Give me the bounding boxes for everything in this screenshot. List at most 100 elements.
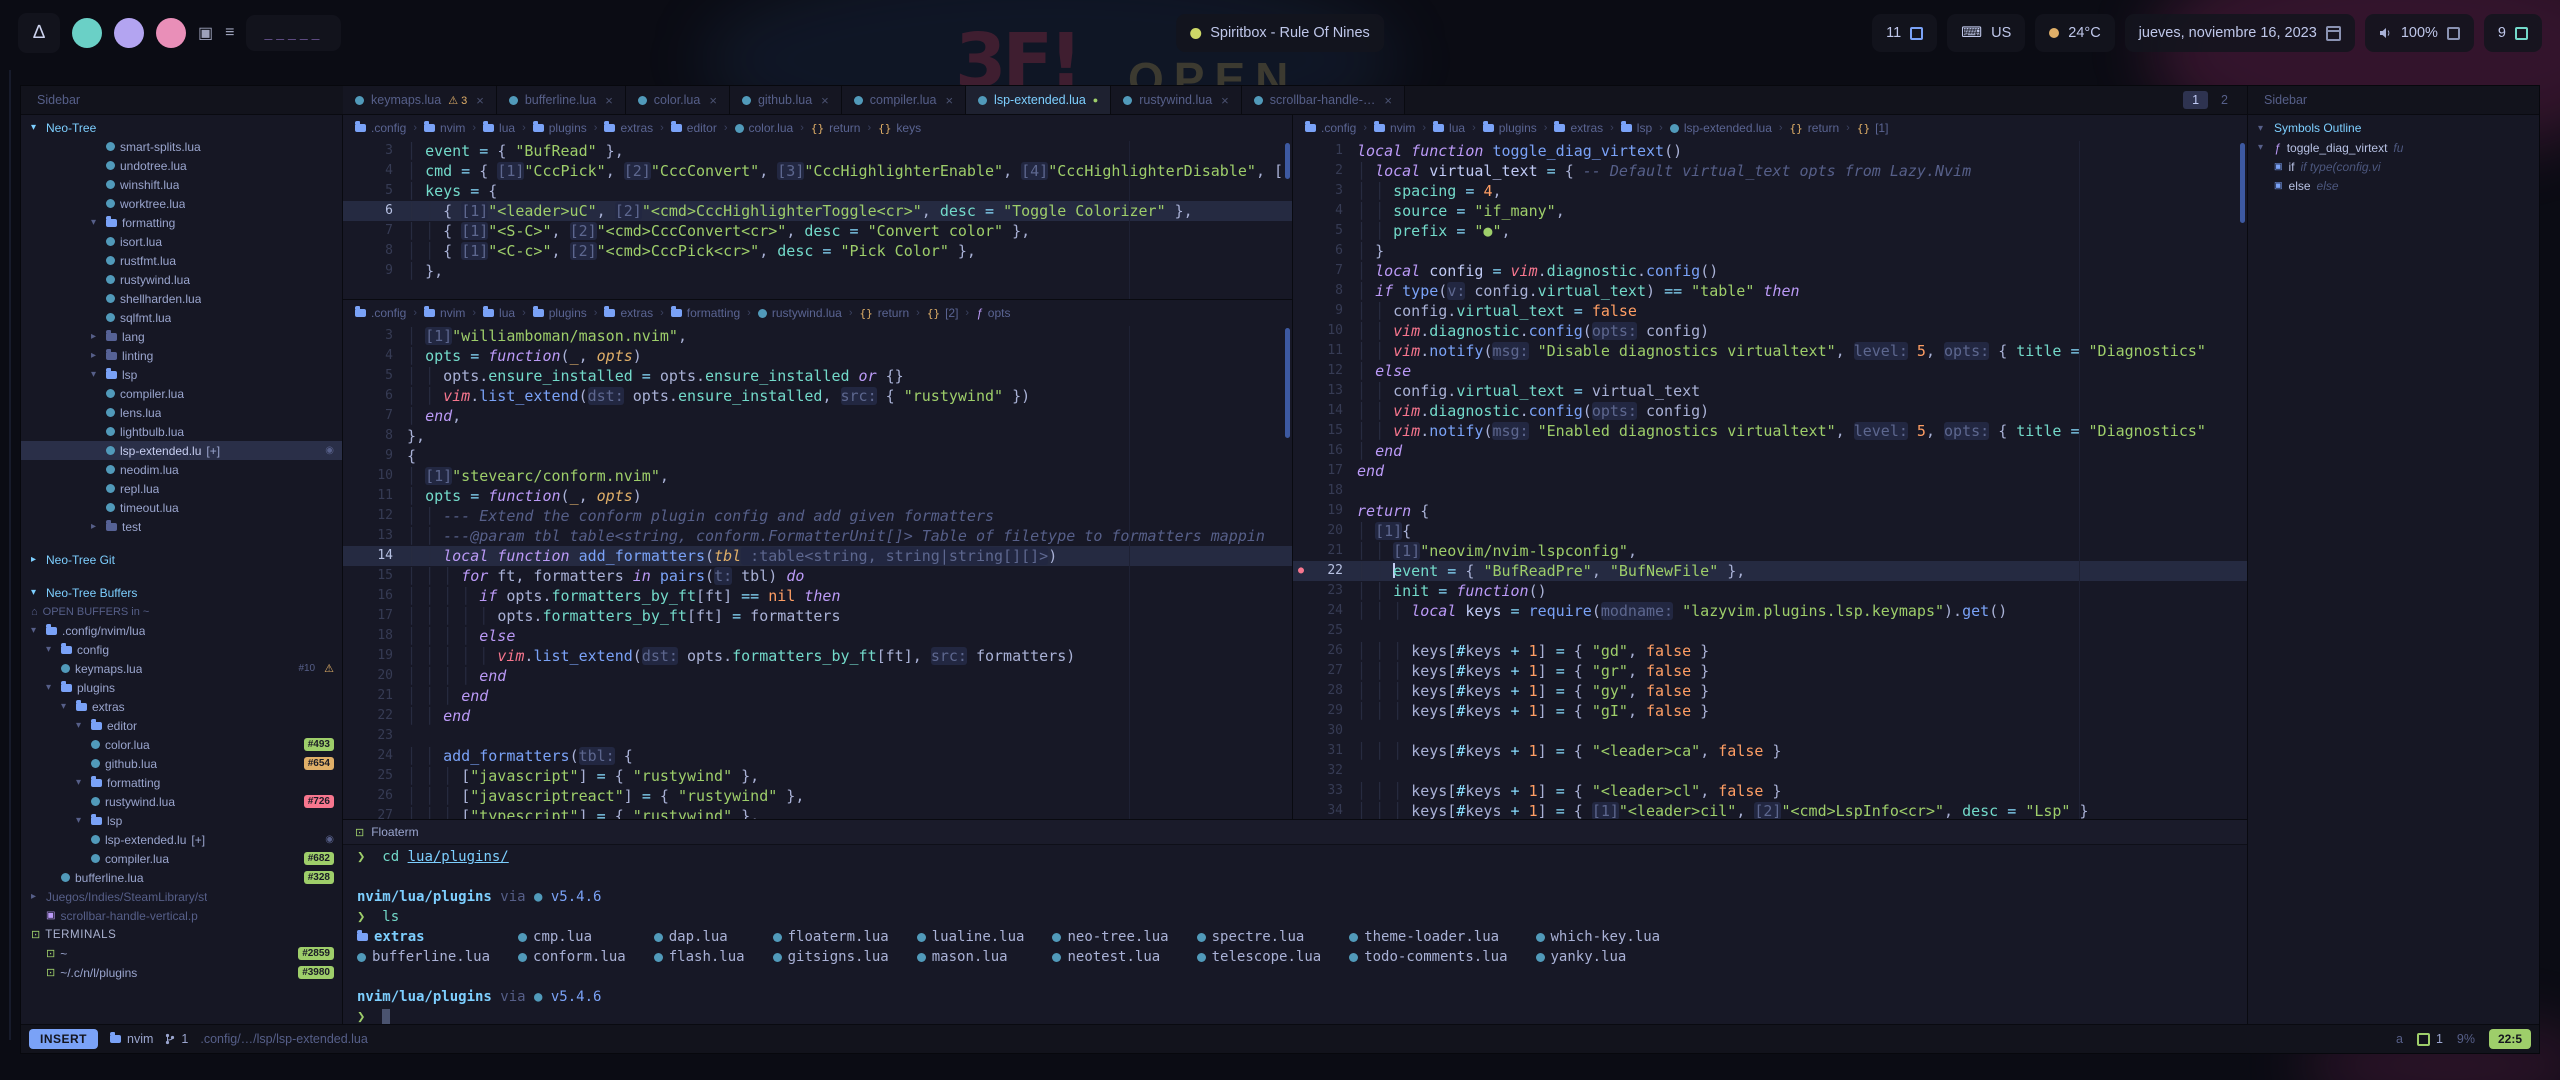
- neotree-item-github.lua[interactable]: github.lua#654: [21, 754, 342, 773]
- breadcrumb-item[interactable]: plugins: [533, 306, 587, 320]
- tab-scrollbar-handle-[interactable]: scrollbar-handle-…×: [1242, 86, 1405, 114]
- code-line[interactable]: 3│ event = { "BufRead" },: [343, 141, 1292, 161]
- code-line[interactable]: 5│ │ opts.ensure_installed = opts.ensure…: [343, 366, 1292, 386]
- neotree-item-scrollbar-handle-vertical.p[interactable]: ▣scrollbar-handle-vertical.p: [21, 906, 342, 925]
- code-line[interactable]: 6│ │ { [1]"<leader>uC", [2]"<cmd>CccHigh…: [343, 201, 1292, 221]
- code-line[interactable]: 17│ │ │ │ │ opts.formatters_by_ft[ft] = …: [343, 606, 1292, 626]
- code-line[interactable]: 4│ │ source = "if_many",: [1293, 201, 2247, 221]
- tabpage-2[interactable]: 2: [2212, 91, 2237, 109]
- code-line[interactable]: 4│ cmd = { [1]"CccPick", [2]"CccConvert"…: [343, 161, 1292, 181]
- close-icon[interactable]: ×: [709, 93, 717, 108]
- code-line[interactable]: 3│ [1]"williamboman/mason.nvim",: [343, 326, 1292, 346]
- code-line[interactable]: 23: [343, 726, 1292, 746]
- code-line[interactable]: 8│ │ { [1]"<C-c>", [2]"<cmd>CccPick<cr>"…: [343, 241, 1292, 261]
- code-line[interactable]: 27│ │ │ keys[#keys + 1] = { "gr", false …: [1293, 661, 2247, 681]
- workspace-icon-3[interactable]: [156, 18, 186, 48]
- breadcrumb-item[interactable]: lua: [483, 121, 515, 135]
- neotree-item-linting[interactable]: ▸linting: [21, 346, 342, 365]
- code-area[interactable]: 3│ event = { "BufRead" },4│ cmd = { [1]"…: [343, 141, 1292, 281]
- neotree-item-bufferline.lua[interactable]: bufferline.lua#328: [21, 868, 342, 887]
- code-line[interactable]: 25│ │ │ ["javascript"] = { "rustywind" }…: [343, 766, 1292, 786]
- code-line[interactable]: 7│ end,: [343, 406, 1292, 426]
- code-line[interactable]: 1local function toggle_diag_virtext(): [1293, 141, 2247, 161]
- code-line[interactable]: 12│ else: [1293, 361, 2247, 381]
- neotree-item-rustywind.lua[interactable]: rustywind.lua: [21, 270, 342, 289]
- media-player-widget[interactable]: Spiritbox - Rule Of Nines: [1176, 14, 1384, 52]
- neotree-item-lightbulb.lua[interactable]: lightbulb.lua: [21, 422, 342, 441]
- neotree-section-neo-tree-git[interactable]: ▸Neo-Tree Git: [21, 550, 342, 569]
- breadcrumb-item[interactable]: editor: [671, 121, 717, 135]
- code-line[interactable]: 31│ │ │ keys[#keys + 1] = { "<leader>ca"…: [1293, 741, 2247, 761]
- breadcrumb-item[interactable]: ƒopts: [976, 306, 1010, 320]
- neotree-item-shellharden.lua[interactable]: shellharden.lua: [21, 289, 342, 308]
- neotree-item-test[interactable]: ▸test: [21, 517, 342, 536]
- tab-github-lua[interactable]: github.lua×: [730, 86, 842, 114]
- code-line[interactable]: 6│ │ vim.list_extend(dst: opts.ensure_in…: [343, 386, 1292, 406]
- code-line[interactable]: 29│ │ │ keys[#keys + 1] = { "gI", false …: [1293, 701, 2247, 721]
- code-line[interactable]: 8},: [343, 426, 1292, 446]
- code-line[interactable]: 15│ │ vim.notify(msg: "Enabled diagnosti…: [1293, 421, 2247, 441]
- neotree-item-open-buffers-in-~[interactable]: ⌂OPEN BUFFERS in ~: [21, 602, 342, 621]
- neotree-item-undotree.lua[interactable]: undotree.lua: [21, 156, 342, 175]
- tab-color-lua[interactable]: color.lua×: [626, 86, 730, 114]
- code-line[interactable]: 10│ │ vim.diagnostic.config(opts: config…: [1293, 321, 2247, 341]
- tray-widget[interactable]: 9: [2484, 14, 2542, 52]
- code-line[interactable]: 28│ │ │ keys[#keys + 1] = { "gy", false …: [1293, 681, 2247, 701]
- code-line[interactable]: 20│ [1]{: [1293, 521, 2247, 541]
- breadcrumb-item[interactable]: plugins: [1483, 121, 1537, 135]
- neotree-item-sqlfmt.lua[interactable]: sqlfmt.lua: [21, 308, 342, 327]
- neotree-item-editor[interactable]: ▾editor: [21, 716, 342, 735]
- neotree-item-lsp[interactable]: ▾lsp: [21, 811, 342, 830]
- code-line[interactable]: 21│ │ [1]"neovim/nvim-lspconfig",: [1293, 541, 2247, 561]
- breadcrumb-item[interactable]: nvim: [424, 306, 465, 320]
- neotree-item-compiler.lua[interactable]: compiler.lua#682: [21, 849, 342, 868]
- neotree-item-compiler.lua[interactable]: compiler.lua: [21, 384, 342, 403]
- weather-widget[interactable]: 24°C: [2035, 14, 2114, 52]
- code-line[interactable]: 2│ local virtual_text = { -- Default vir…: [1293, 161, 2247, 181]
- workspace-icon-2[interactable]: [114, 18, 144, 48]
- code-line[interactable]: 14│ │ local function add_formatters(tbl …: [343, 546, 1292, 566]
- neotree-item-~[interactable]: ⊡~#2859: [21, 944, 342, 963]
- code-line[interactable]: 5│ │ prefix = "●",: [1293, 221, 2247, 241]
- breadcrumb-item[interactable]: extras: [604, 306, 653, 320]
- code-line[interactable]: 12│ │ --- Extend the conform plugin conf…: [343, 506, 1292, 526]
- close-icon[interactable]: ×: [476, 93, 484, 108]
- neotree-item-lsp[interactable]: ▾lsp: [21, 365, 342, 384]
- code-line[interactable]: ●22│ │ event = { "BufReadPre", "BufNewFi…: [1293, 561, 2247, 581]
- code-line[interactable]: 27│ │ │ ["typescript"] = { "rustywind" }…: [343, 806, 1292, 819]
- volume-widget[interactable]: 100%: [2365, 14, 2474, 52]
- outline-item-else[interactable]: ▣elseelse: [2248, 176, 2539, 195]
- window-grid-icon[interactable]: ▣: [198, 23, 213, 43]
- breadcrumb-item[interactable]: .config: [355, 306, 406, 320]
- breadcrumb-item[interactable]: rustywind.lua: [758, 306, 842, 320]
- neotree-item-lsp-extended.lu[interactable]: lsp-extended.lu [+]◉: [21, 830, 342, 849]
- code-line[interactable]: 7│ │ { [1]"<S-C>", [2]"<cmd>CccConvert<c…: [343, 221, 1292, 241]
- breadcrumb-item[interactable]: formatting: [671, 306, 740, 320]
- code-line[interactable]: 5│ keys = {: [343, 181, 1292, 201]
- close-icon[interactable]: ×: [605, 93, 613, 108]
- code-line[interactable]: 21│ │ │ end: [343, 686, 1292, 706]
- code-line[interactable]: 11│ opts = function(_, opts): [343, 486, 1292, 506]
- breadcrumb-item[interactable]: color.lua: [735, 121, 794, 135]
- neotree-item-neodim.lua[interactable]: neodim.lua: [21, 460, 342, 479]
- code-line[interactable]: 9│ },: [343, 261, 1292, 281]
- code-line[interactable]: 33│ │ │ keys[#keys + 1] = { "<leader>cl"…: [1293, 781, 2247, 801]
- clock-widget[interactable]: jueves, noviembre 16, 2023: [2125, 14, 2355, 52]
- neo-tree-panel[interactable]: ▾Neo-Treesmart-splits.luaundotree.luawin…: [21, 115, 343, 1024]
- breadcrumb-item[interactable]: .config: [1305, 121, 1356, 135]
- breadcrumb-item[interactable]: extras: [1554, 121, 1603, 135]
- close-icon[interactable]: ×: [1384, 93, 1392, 108]
- neotree-item-repl.lua[interactable]: repl.lua: [21, 479, 342, 498]
- terminal-body[interactable]: ❯ cd lua/plugins/ nvim/lua/plugins via ●…: [343, 845, 2247, 1024]
- editor-lsp-extended-lua[interactable]: .config›nvim›lua›plugins›extras›lsp›lsp-…: [1293, 115, 2247, 819]
- tab-compiler-lua[interactable]: compiler.lua×: [842, 86, 966, 114]
- code-area[interactable]: 1local function toggle_diag_virtext()2│ …: [1293, 141, 2247, 819]
- breadcrumb-item[interactable]: plugins: [533, 121, 587, 135]
- updates-widget[interactable]: 11: [1872, 14, 1937, 52]
- workspace-indicator[interactable]: _____: [246, 15, 341, 51]
- code-line[interactable]: 24│ │ add_formatters(tbl: {: [343, 746, 1292, 766]
- neotree-item-keymaps.lua[interactable]: keymaps.lua#10⚠: [21, 659, 342, 678]
- code-line[interactable]: 13│ │ config.virtual_text = virtual_text: [1293, 381, 2247, 401]
- breadcrumb-item[interactable]: nvim: [1374, 121, 1415, 135]
- neotree-item-lsp-extended.lu[interactable]: lsp-extended.lu[+]◉: [21, 441, 342, 460]
